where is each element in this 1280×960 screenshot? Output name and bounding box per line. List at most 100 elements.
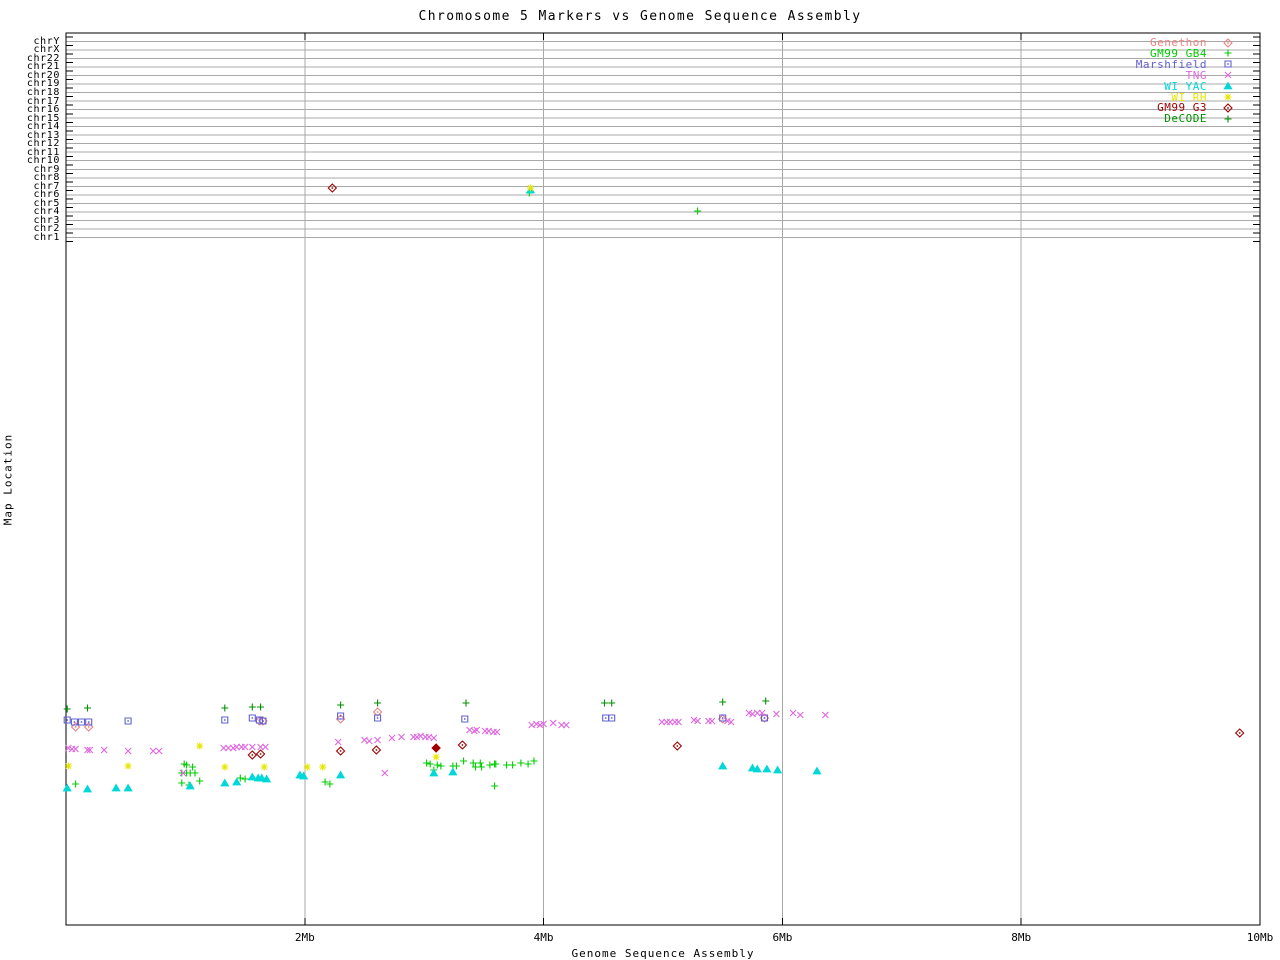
data-point-marshfield <box>248 714 256 722</box>
data-point-tng <box>241 743 249 751</box>
data-point-tng <box>796 711 804 719</box>
data-point-marshfield <box>221 716 229 724</box>
data-point-gm99-g3 <box>255 749 266 759</box>
data-point-tng <box>562 721 570 729</box>
data-point-decode <box>719 698 727 706</box>
data-point-gm99-gb4 <box>437 762 445 770</box>
data-point-gm99-gb4 <box>241 775 249 783</box>
data-point-wi-yac <box>247 772 257 781</box>
data-point-wi-yac <box>185 781 195 790</box>
data-point-marshfield <box>461 715 469 723</box>
data-point-tng <box>100 746 108 754</box>
x-axis-tick-label-4Mb: 4Mb <box>533 931 554 944</box>
data-point-gm99-g3 <box>1234 728 1245 738</box>
data-point-wi-yac <box>220 778 230 787</box>
data-point-tng <box>72 745 79 753</box>
data-point-tng <box>789 709 797 717</box>
data-point-gm99-gb4 <box>491 782 499 790</box>
data-point-marshfield <box>63 716 71 724</box>
data-point-wi-rh <box>527 184 534 192</box>
data-point-wi-yac <box>232 777 242 786</box>
data-point-decode <box>601 699 608 707</box>
data-point-marshfield <box>77 718 86 726</box>
data-point-tng <box>675 718 682 726</box>
data-point-gm99-gb4 <box>191 769 199 777</box>
data-point-marshfield <box>124 717 132 725</box>
data-point-gm99-gb4 <box>189 763 197 771</box>
data-point-decode <box>248 703 256 711</box>
data-point-tng <box>149 747 157 755</box>
data-point-gm99-g3 <box>247 750 258 760</box>
data-point-wi-rh <box>432 753 440 761</box>
data-point-tng <box>381 769 389 777</box>
data-point-gm99-gb4 <box>423 759 431 767</box>
data-point-tng <box>398 733 405 741</box>
data-point-gm99-g3 <box>457 740 468 750</box>
data-point-tng <box>155 747 163 755</box>
data-point-wi-yac <box>762 764 772 773</box>
data-point-decode <box>84 704 91 712</box>
plot-border <box>65 32 1261 926</box>
data-point-tng <box>388 734 396 742</box>
data-point-gm99-gb4 <box>426 760 434 768</box>
data-point-wi-rh <box>260 763 268 771</box>
data-point-wi-yac <box>812 766 822 775</box>
data-point-tng <box>493 728 501 736</box>
data-point-decode <box>221 704 229 712</box>
plot-area <box>62 32 1261 926</box>
x-axis-tick-label-8Mb: 8Mb <box>1011 931 1032 944</box>
data-point-decode <box>374 699 382 707</box>
data-point-gm99-gb4 <box>476 759 484 767</box>
data-point-wi-yac <box>773 765 783 774</box>
data-point-wi-rh <box>319 763 327 771</box>
data-point-tng <box>549 719 557 727</box>
data-point-tng <box>430 734 438 742</box>
data-point-decode <box>608 699 616 707</box>
data-point-gm99-gb4 <box>433 761 441 769</box>
x-axis-tick-label-6Mb: 6Mb <box>772 931 793 944</box>
data-point-gm99-gb4 <box>486 761 494 769</box>
data-point-wi-yac <box>82 784 93 793</box>
x-axis-tick-label-2Mb: 2Mb <box>294 931 315 944</box>
data-point-marshfield <box>608 714 616 722</box>
data-point-gm99-gb4 <box>509 761 517 769</box>
data-point-tng <box>822 711 829 719</box>
data-point-wi-rh <box>64 762 72 770</box>
x-axis-tick-label-10Mb: 10Mb <box>1246 931 1274 944</box>
data-point-tng <box>708 717 716 725</box>
data-point-gm99-gb4 <box>694 207 702 215</box>
data-point-gm99-g3 <box>327 183 338 193</box>
data-point-wi-rh <box>221 763 229 771</box>
data-point-gm99-gb4 <box>478 763 485 771</box>
data-point-wi-yac <box>448 767 458 776</box>
data-point-decode <box>337 701 345 709</box>
legend-label: WI YAC <box>1164 79 1207 93</box>
data-point-gm99-g3 <box>371 745 382 755</box>
data-point-marshfield <box>85 718 93 726</box>
data-point-gm99-g3 <box>431 743 441 753</box>
legend-label: DeCODE <box>1164 112 1207 126</box>
data-point-tng <box>262 743 269 751</box>
data-point-decode <box>762 697 770 705</box>
data-point-gm99-g3 <box>335 746 346 756</box>
data-point-decode <box>462 699 470 707</box>
data-point-gm99-gb4 <box>72 780 80 788</box>
data-point-gm99-g3 <box>672 741 683 751</box>
legend-symbol-plus-icon <box>1224 115 1232 123</box>
y-axis-chr-label-chr1: chr1 <box>33 231 60 243</box>
data-point-gm99-gb4 <box>452 762 460 770</box>
data-point-decode <box>257 703 265 711</box>
data-point-gm99-gb4 <box>178 779 186 787</box>
data-point-gm99-gb4 <box>517 759 525 767</box>
data-point-marshfield <box>337 712 345 720</box>
data-point-wi-yac <box>336 770 346 779</box>
data-point-tng <box>374 736 381 744</box>
data-point-wi-yac <box>62 783 72 792</box>
chart-canvas: Chromosome 5 Markers vs Genome Sequence … <box>0 0 1280 960</box>
data-point-wi-yac <box>718 761 728 770</box>
data-point-wi-rh <box>303 763 311 771</box>
data-point-wi-rh <box>124 762 132 770</box>
data-point-gm99-gb4 <box>503 761 511 769</box>
data-point-decode <box>63 705 71 713</box>
data-point-tng <box>248 743 256 751</box>
